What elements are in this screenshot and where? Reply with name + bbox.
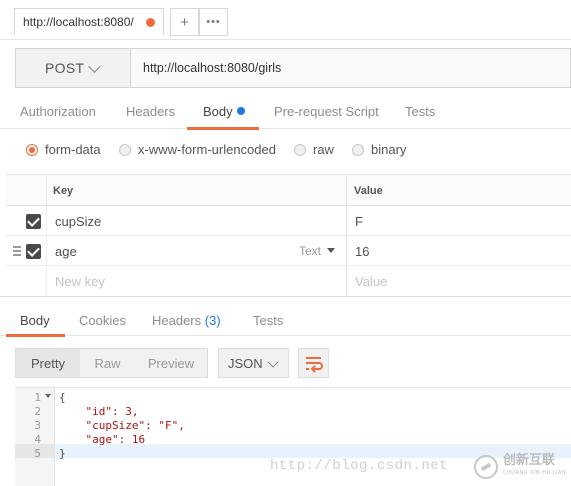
radio-label: binary (371, 142, 407, 157)
new-tab-button[interactable]: + (170, 8, 199, 36)
method-select[interactable]: POST (16, 49, 131, 87)
body-indicator-icon (236, 107, 245, 115)
fold-caret-icon[interactable] (45, 394, 51, 398)
request-tabs: Authorization Headers Body Pre-request S… (0, 97, 571, 130)
wrap-lines-icon (306, 357, 323, 373)
field-type-select[interactable]: Text (299, 244, 336, 258)
radio-binary[interactable]: binary (352, 142, 406, 157)
view-raw-button[interactable]: Raw (80, 349, 135, 377)
url-bar: POST (15, 48, 571, 88)
response-tab-headers-label: Headers (152, 313, 202, 328)
code-line: "age": 16 (59, 433, 145, 446)
line-number: 4 (34, 433, 41, 446)
tab-body[interactable]: Body (203, 104, 245, 119)
radio-icon (119, 143, 131, 156)
table-row: cupSize F (6, 206, 571, 236)
radio-icon (352, 143, 364, 156)
watermark-logo: 创新互联 CHUANG XIN HU LIAN (474, 452, 570, 482)
response-tab-tests[interactable]: Tests (253, 313, 283, 328)
logo-icon (474, 455, 498, 479)
headers-count: (3) (204, 313, 221, 328)
form-data-table: Key Value cupSize F age Text 16 New key … (6, 174, 571, 296)
line-number: 3 (34, 419, 41, 432)
plus-icon: + (180, 13, 189, 31)
ellipsis-icon: ••• (206, 16, 221, 28)
row-checkbox[interactable] (26, 214, 41, 229)
code-line: "cupSize": "F", (59, 419, 185, 432)
table-row-new: New key Value (6, 266, 571, 296)
logo-name: 创新互联 (503, 453, 556, 468)
more-tabs-button[interactable]: ••• (199, 8, 228, 36)
row-key[interactable]: age (55, 244, 77, 259)
table-row: age Text 16 (6, 236, 571, 266)
value-column-header: Value (354, 185, 383, 197)
table-header: Key Value (6, 175, 571, 206)
tab-pre-request-script[interactable]: Pre-request Script (274, 104, 379, 119)
code-line: { (59, 391, 66, 404)
tab-body-label: Body (203, 104, 233, 119)
chevron-down-icon (88, 60, 101, 73)
new-key-input[interactable]: New key (55, 274, 105, 289)
format-select[interactable]: JSON (218, 348, 289, 378)
new-value-input[interactable]: Value (355, 274, 387, 289)
tab-authorization[interactable]: Authorization (20, 104, 96, 119)
url-input[interactable] (132, 49, 570, 87)
line-number: 5 (34, 447, 41, 460)
row-value[interactable]: 16 (355, 244, 369, 259)
radio-form-data[interactable]: form-data (26, 142, 101, 157)
response-tab-body[interactable]: Body (20, 313, 50, 328)
active-response-tab-underline (6, 334, 65, 337)
drag-handle-icon[interactable] (13, 246, 21, 256)
radio-label: x-www-form-urlencoded (138, 142, 276, 157)
request-tab[interactable]: http://localhost:8080/ (14, 8, 164, 36)
request-tab-title: http://localhost:8080/ (23, 14, 134, 29)
radio-label: form-data (45, 142, 101, 157)
field-type-label: Text (299, 244, 322, 258)
radio-x-www-form-urlencoded[interactable]: x-www-form-urlencoded (119, 142, 276, 157)
code-line: } (59, 447, 66, 460)
caret-down-icon (327, 248, 336, 253)
watermark-text: http://blog.csdn.net (270, 458, 449, 474)
row-checkbox[interactable] (26, 244, 41, 259)
response-tabs: Body Cookies Headers (3) Tests (0, 296, 571, 337)
line-number: 1 (34, 391, 41, 404)
unsaved-dot-icon (146, 18, 155, 27)
radio-label: raw (313, 142, 334, 157)
logo-text: 创新互联 CHUANG XIN HU LIAN (503, 453, 567, 479)
tab-strip: http://localhost:8080/ + ••• (0, 0, 571, 40)
radio-selected-icon (26, 143, 38, 156)
view-pretty-button[interactable]: Pretty (16, 349, 80, 377)
response-tab-cookies[interactable]: Cookies (79, 313, 126, 328)
body-type-options: form-data x-www-form-urlencoded raw bina… (0, 140, 571, 164)
key-column-header: Key (53, 185, 74, 197)
line-number: 2 (34, 405, 41, 418)
view-mode-toggle: Pretty Raw Preview (15, 348, 208, 378)
tab-tests[interactable]: Tests (405, 104, 435, 119)
wrap-lines-button[interactable] (298, 348, 329, 378)
format-label: JSON (228, 355, 263, 371)
method-label: POST (45, 60, 85, 76)
code-line-text: "cupSize": "F", (59, 419, 185, 432)
radio-icon (294, 143, 306, 156)
chevron-down-icon (267, 356, 279, 368)
code-line-text: "age": 16 (59, 433, 146, 446)
response-tab-headers[interactable]: Headers (3) (152, 313, 221, 328)
row-value[interactable]: F (355, 214, 363, 229)
tab-headers[interactable]: Headers (126, 104, 175, 119)
view-preview-button[interactable]: Preview (135, 349, 207, 377)
row-key[interactable]: cupSize (55, 214, 101, 229)
radio-raw[interactable]: raw (294, 142, 334, 157)
active-tab-underline (187, 127, 259, 130)
code-line-text: "id": 3, (59, 405, 139, 418)
code-line: "id": 3, (59, 405, 138, 418)
logo-subtext: CHUANG XIN HU LIAN (503, 470, 567, 476)
